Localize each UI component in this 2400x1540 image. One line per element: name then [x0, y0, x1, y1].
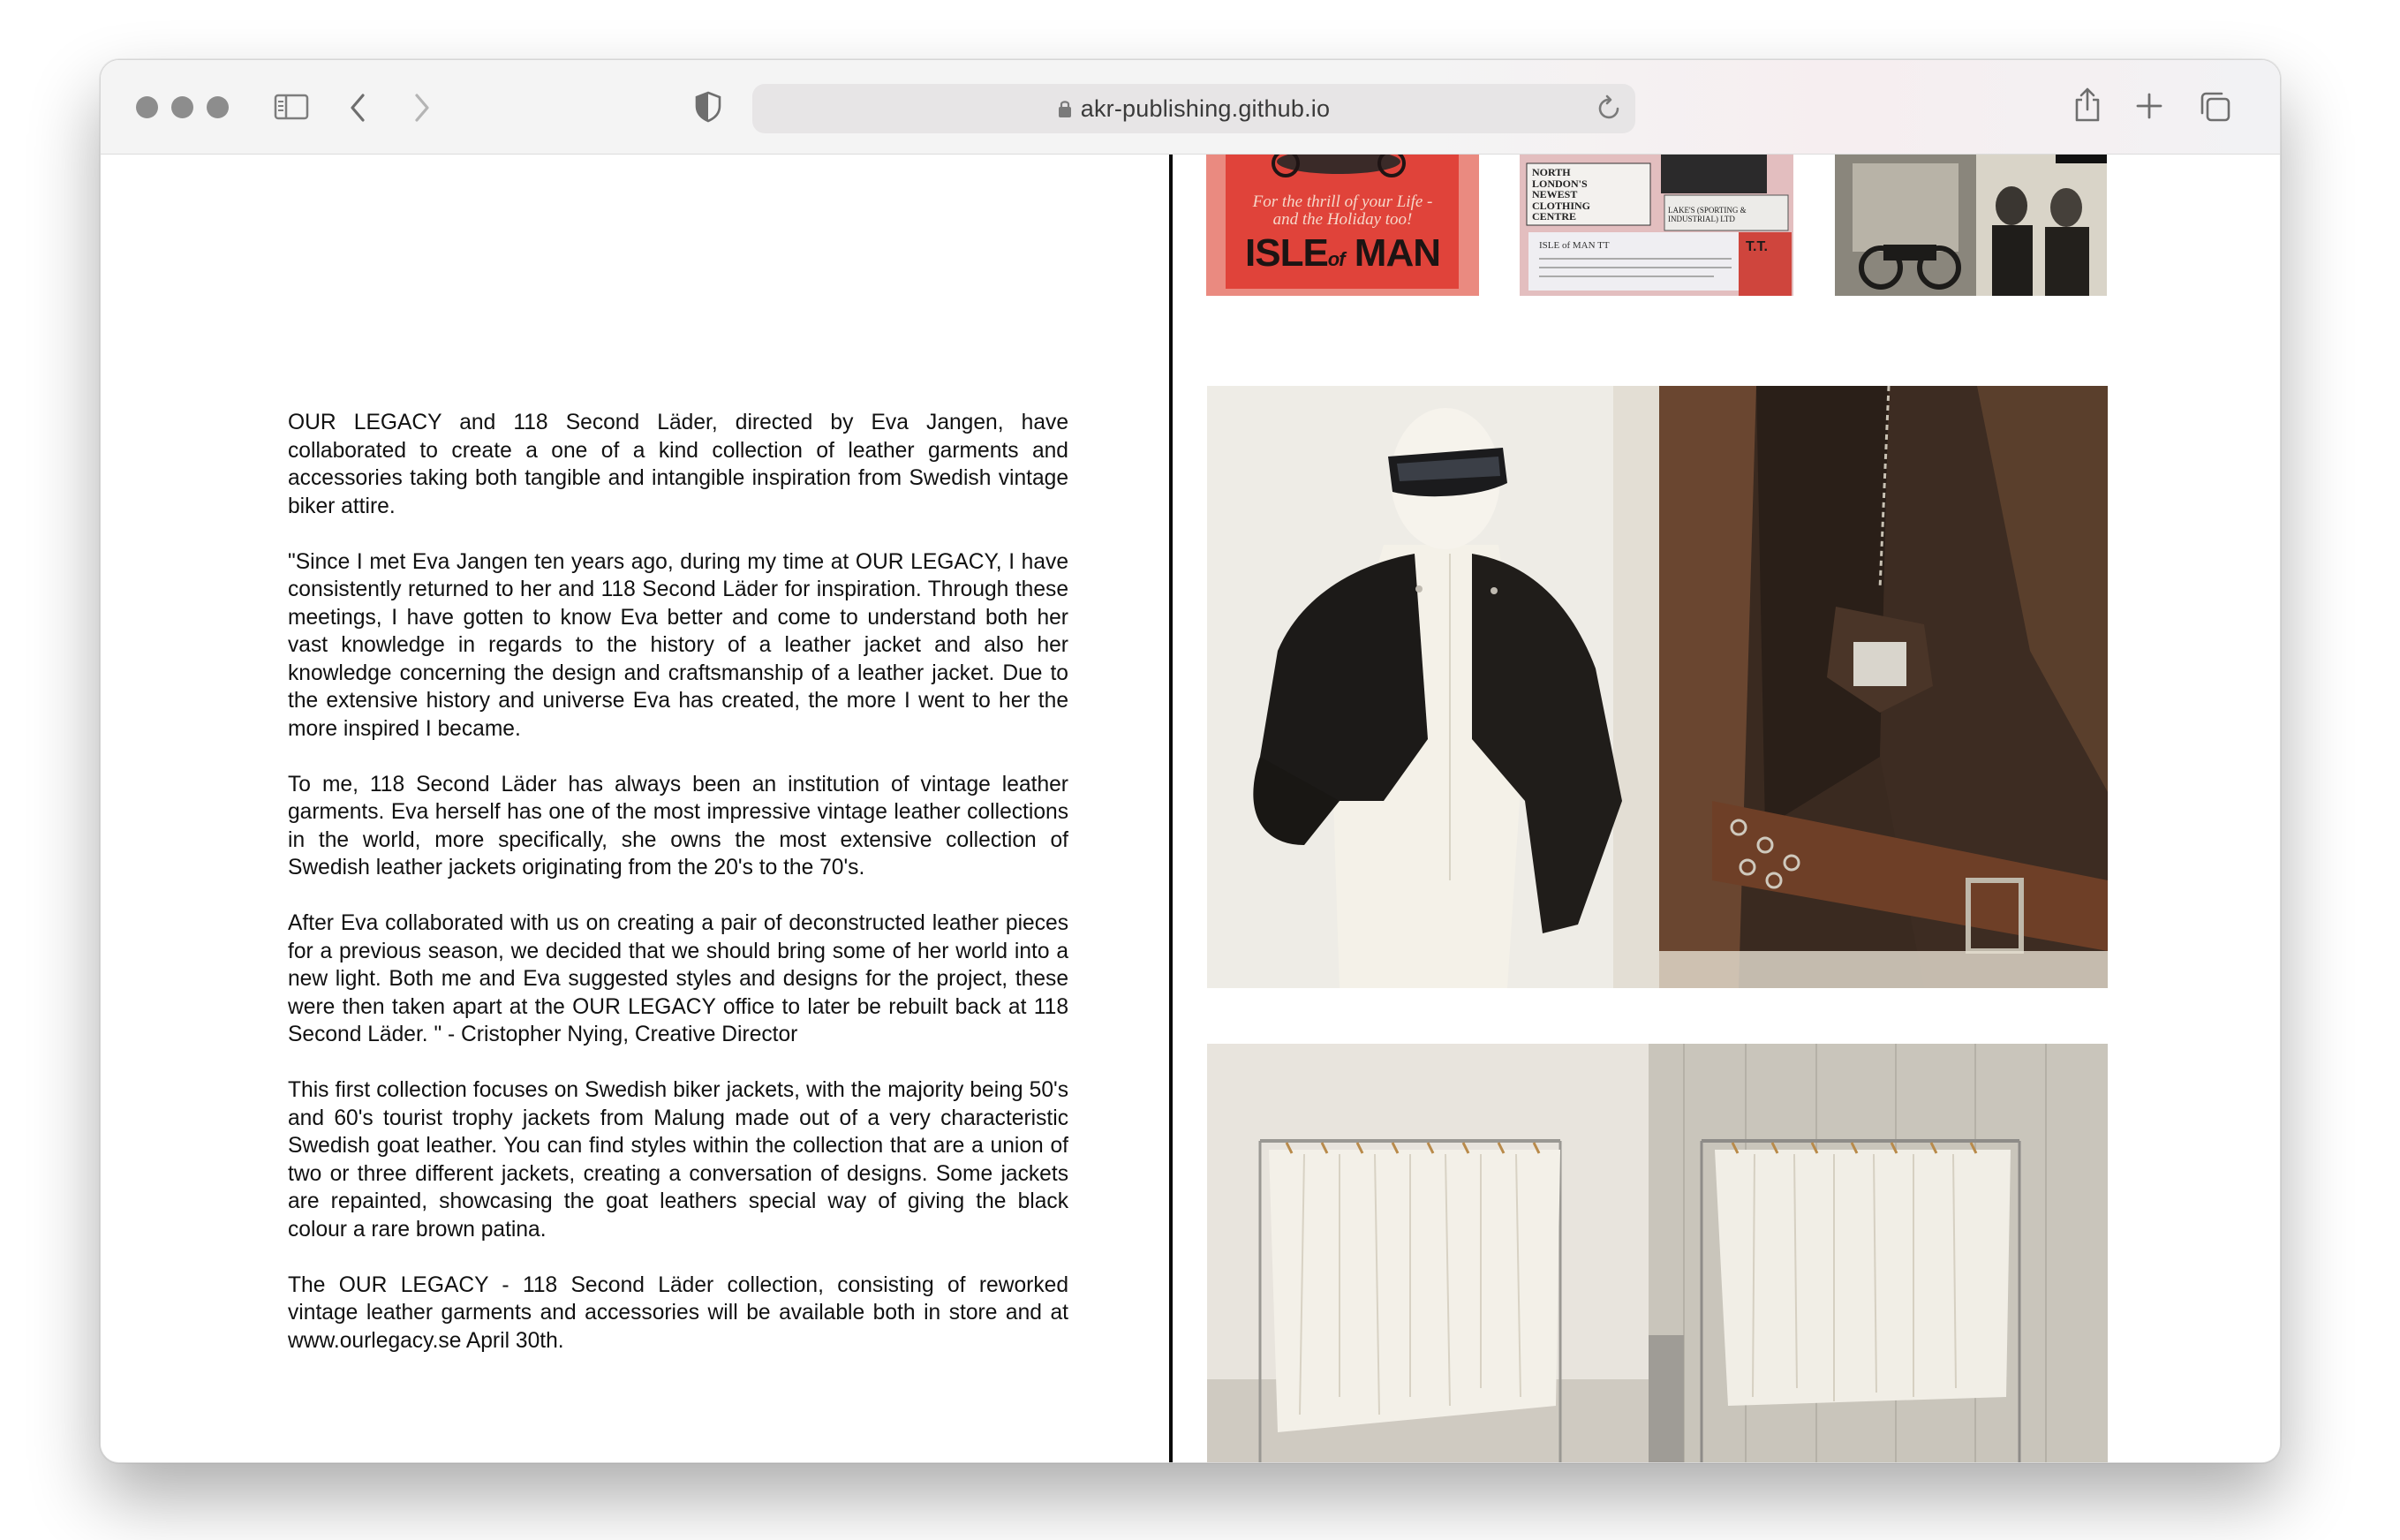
isle-of-man-poster-image: For the thrill of your Life - and the Ho…: [1206, 155, 1479, 296]
clipping-heading-4: CENTRE: [1532, 210, 1577, 223]
close-window-button[interactable]: [136, 96, 158, 118]
article-paragraph: OUR LEGACY and 118 Second Läder, directe…: [288, 411, 1068, 518]
lock-icon: [1058, 101, 1071, 117]
clipping-shop-name: LAKE'S (SPORTING & INDUSTRIAL) LTD: [1668, 206, 1747, 223]
clipping-heading-1: NORTH LONDON'S: [1532, 166, 1588, 190]
back-icon[interactable]: [348, 93, 367, 123]
forward-icon[interactable]: [412, 93, 432, 123]
article-paragraph: This first collection focuses on Swedish…: [288, 1078, 1068, 1242]
address-bar[interactable]: akr-publishing.github.io: [752, 84, 1635, 133]
sidebar-toggle-icon[interactable]: [274, 93, 309, 121]
masked-biker-photo: [1207, 386, 1659, 988]
poster-title-man: MAN: [1354, 231, 1441, 275]
clothing-rack-photo-left: [1207, 1044, 1649, 1462]
article-paragraph: To me, 118 Second Läder has always been …: [288, 772, 1068, 880]
article-paragraph: After Eva collaborated with us on creati…: [288, 911, 1068, 1046]
minimize-window-button[interactable]: [171, 96, 193, 118]
reload-icon[interactable]: [1596, 94, 1623, 122]
article-paragraph: "Since I met Eva Jangen ten years ago, d…: [288, 549, 1068, 741]
browser-window: akr-publishing.github.io OUR LEGACY and …: [100, 59, 2281, 1463]
vintage-bikers-photo: [1835, 155, 2107, 296]
clipping-badge: T.T.: [1746, 239, 1768, 254]
jacket-detail-photo: [1659, 386, 2108, 988]
share-icon[interactable]: [2072, 87, 2102, 124]
poster-tagline-1: For the thrill of your Life -: [1252, 192, 1433, 211]
poster-title-of: of: [1327, 248, 1346, 270]
article-text: OUR LEGACY and 118 Second Läder, directe…: [288, 409, 1068, 1383]
clipping-heading-2: NEWEST: [1532, 188, 1578, 200]
poster-title-isle: ISLE: [1245, 231, 1329, 275]
clothing-rack-photo-right: [1649, 1044, 2108, 1462]
article-paragraph: The OUR LEGACY - 118 Second Läder collec…: [288, 1272, 1068, 1353]
poster-tagline-2: and the Holiday too!: [1272, 210, 1413, 229]
clipping-caption: ISLE of MAN TT: [1539, 240, 1610, 251]
tab-overview-icon[interactable]: [2199, 90, 2232, 124]
new-tab-icon[interactable]: [2135, 92, 2163, 120]
address-url: akr-publishing.github.io: [1080, 94, 1331, 122]
privacy-shield-icon[interactable]: [694, 91, 722, 123]
zoom-window-button[interactable]: [207, 96, 229, 118]
column-divider: [1169, 155, 1173, 1462]
browser-toolbar: akr-publishing.github.io: [101, 60, 2280, 155]
web-page: OUR LEGACY and 118 Second Läder, directe…: [101, 155, 2280, 1462]
clipping-collage-image: NORTH LONDON'S NEWEST CLOTHING CENTRE LA…: [1520, 155, 1793, 296]
